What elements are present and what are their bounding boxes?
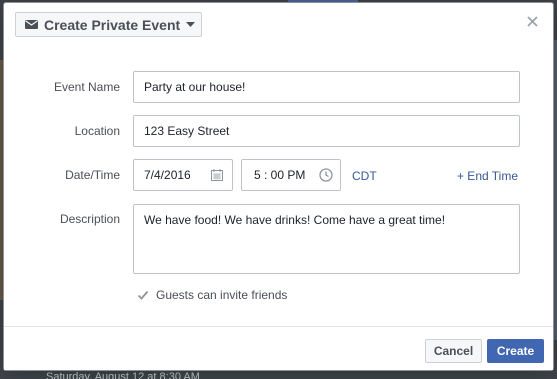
guests-invite-checkbox[interactable] — [137, 289, 149, 301]
event-name-label: Event Name — [53, 80, 120, 94]
description-label: Description — [59, 212, 120, 226]
timezone-link[interactable]: CDT — [352, 169, 377, 183]
time-input[interactable]: 5 : 00 PM — [241, 159, 341, 191]
create-button[interactable]: Create — [487, 339, 544, 363]
dialog-footer: Cancel Create — [4, 326, 553, 370]
background-footer-text: Saturday, August 12 at 8:30 AM — [46, 371, 200, 379]
location-input[interactable]: 123 Easy Street — [133, 115, 520, 147]
cancel-button[interactable]: Cancel — [425, 339, 482, 363]
event-name-input[interactable]: Party at our house! — [133, 71, 520, 103]
guests-invite-option[interactable]: Guests can invite friends — [137, 288, 287, 302]
envelope-icon — [25, 20, 38, 29]
time-value: 5 : 00 PM — [254, 168, 306, 182]
date-value: 7/4/2016 — [144, 168, 191, 182]
privacy-selector-label: Create Private Event — [44, 16, 181, 33]
datetime-label: Date/Time — [65, 168, 120, 182]
chevron-down-icon — [186, 21, 196, 28]
end-time-link[interactable]: + End Time — [457, 169, 518, 183]
calendar-icon[interactable] — [211, 169, 223, 181]
guests-invite-label: Guests can invite friends — [156, 288, 288, 302]
date-input[interactable]: 7/4/2016 — [133, 159, 233, 191]
create-event-dialog: Create Private Event Event Name Party at… — [3, 2, 554, 371]
location-label: Location — [74, 124, 120, 138]
clock-icon — [319, 168, 333, 182]
close-icon[interactable] — [527, 16, 538, 27]
event-privacy-selector[interactable]: Create Private Event — [15, 12, 202, 37]
description-textarea[interactable]: We have food! We have drinks! Come have … — [133, 204, 520, 274]
